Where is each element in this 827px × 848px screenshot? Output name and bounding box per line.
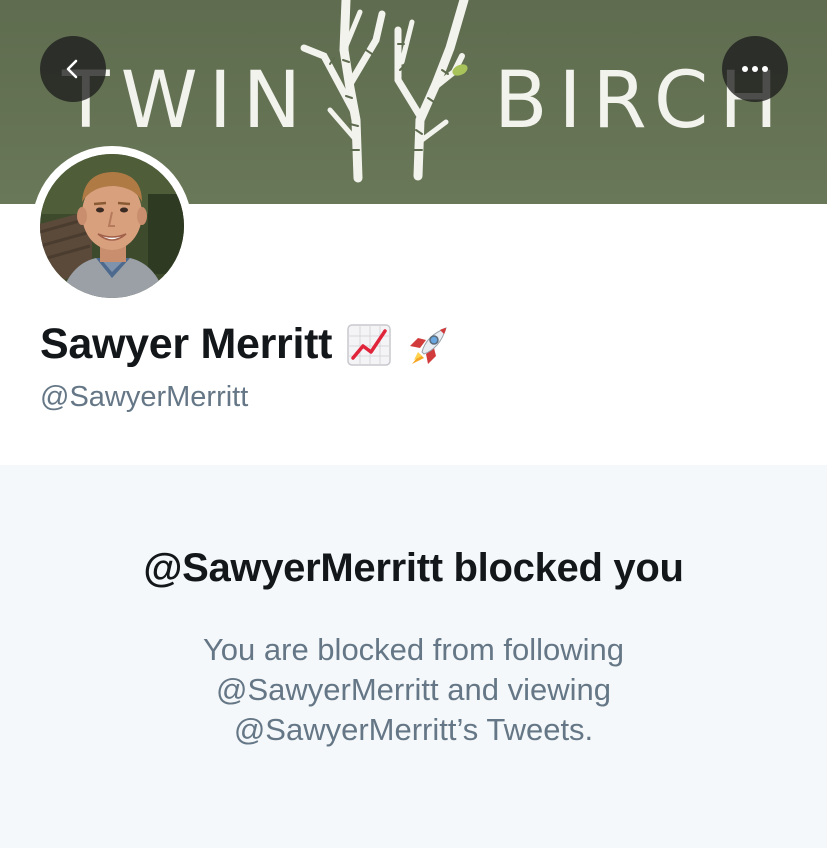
more-options-button[interactable] bbox=[722, 36, 788, 102]
avatar[interactable] bbox=[32, 146, 192, 306]
blocked-notice: @SawyerMerritt blocked you You are block… bbox=[0, 465, 827, 848]
chart-increasing-icon bbox=[347, 323, 391, 366]
profile-handle: @SawyerMerritt bbox=[40, 381, 249, 413]
profile-photo bbox=[40, 154, 184, 298]
blocked-description: You are blocked from following @SawyerMe… bbox=[0, 630, 827, 750]
blocked-description-line: @SawyerMerritt’s Tweets. bbox=[233, 712, 594, 747]
birch-trees-icon bbox=[300, 0, 469, 183]
profile-name: Sawyer Merritt bbox=[40, 320, 333, 368]
blocked-description-line: @SawyerMerritt and viewing bbox=[216, 672, 611, 707]
blocked-title: @SawyerMerritt blocked you bbox=[143, 546, 684, 590]
ellipsis-icon bbox=[742, 66, 768, 72]
chevron-left-icon bbox=[66, 59, 78, 79]
blocked-description-line: You are blocked from following bbox=[202, 632, 625, 667]
back-button[interactable] bbox=[40, 36, 106, 102]
rocket-icon bbox=[410, 326, 447, 364]
profile-name-row: Sawyer Merritt bbox=[40, 320, 452, 369]
